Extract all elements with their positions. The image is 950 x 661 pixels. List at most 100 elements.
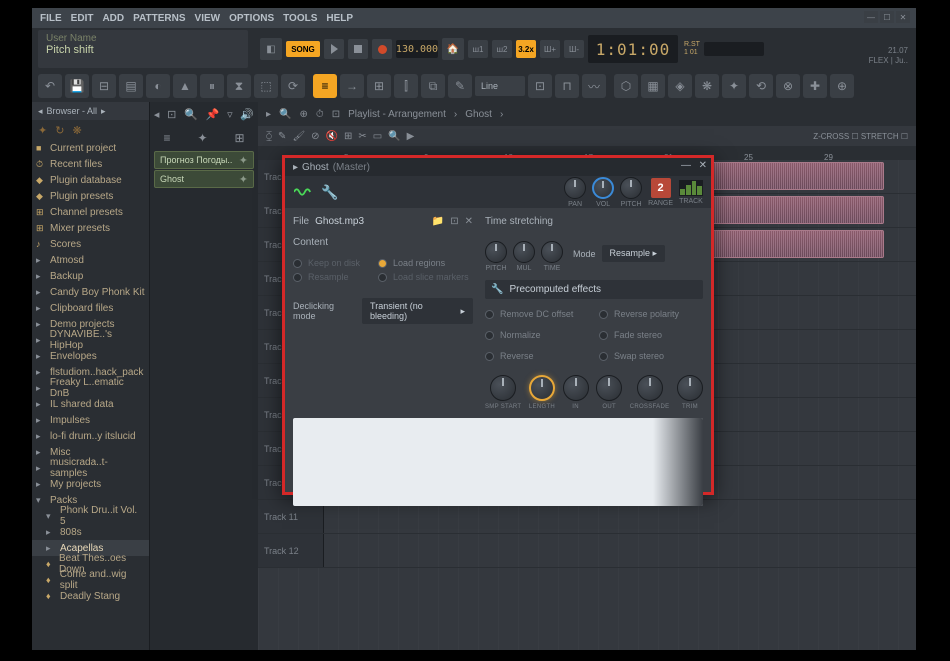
pl-zoom-icon[interactable]: 🔍 — [388, 131, 400, 142]
browser-header[interactable]: ◂Browser - All▸ — [32, 102, 149, 120]
stop-button[interactable] — [348, 39, 368, 59]
tool-b[interactable]: ⊓ — [555, 74, 579, 98]
browser-item[interactable]: ♪Scores — [32, 236, 149, 252]
tool-undo[interactable]: ↶ — [38, 74, 62, 98]
pattern-item[interactable]: Ghost✦ — [154, 170, 254, 188]
picker-audio-icon[interactable]: 🔊 — [240, 108, 254, 121]
draw-mode[interactable]: ✎ — [448, 74, 472, 98]
track-header[interactable]: Track 12 — [258, 534, 324, 567]
pattern-song-toggle[interactable]: ◧ — [260, 38, 282, 60]
time-display[interactable]: 1:01:00 — [588, 35, 678, 63]
tool-metro[interactable]: ▲ — [173, 74, 197, 98]
tool-blend[interactable]: ⬚ — [254, 74, 278, 98]
opt-keep-on-disk[interactable]: Keep on disk — [293, 258, 360, 268]
folder-icon[interactable]: 📁 — [432, 216, 444, 227]
menu-tools[interactable]: TOOLS — [279, 13, 321, 24]
play-button[interactable] — [324, 39, 344, 59]
browser-refresh-icon[interactable]: ↻ — [55, 124, 64, 137]
pl-magnet-icon[interactable]: ⧲ — [266, 131, 272, 142]
fx-wrench-icon[interactable]: 🔧 — [491, 284, 503, 295]
pan-knob[interactable]: PAN — [564, 177, 586, 208]
picker-back-icon[interactable]: ◂ — [154, 108, 160, 121]
tool-g[interactable]: ❋ — [695, 74, 719, 98]
tool-onekey[interactable]: ◐ — [146, 74, 170, 98]
breadcrumb-playlist[interactable]: Playlist - Arrangement — [348, 109, 446, 120]
menu-options[interactable]: OPTIONS — [225, 13, 278, 24]
tool-d[interactable]: ⬡ — [614, 74, 638, 98]
pl-del-icon[interactable]: ⊘ — [311, 131, 319, 142]
opt-resample[interactable]: Resample — [293, 272, 360, 282]
browser-collapse-icon[interactable]: ✦ — [38, 124, 47, 137]
file-name[interactable]: Ghost.mp3 — [315, 216, 364, 227]
browser-item[interactable]: ◆Plugin database — [32, 172, 149, 188]
waveform-icon[interactable] — [293, 182, 313, 202]
browser-item[interactable]: ▸Atmosd — [32, 252, 149, 268]
pl-paint-icon[interactable]: 🖌 — [292, 131, 305, 142]
song-mode-button[interactable]: SONG — [286, 41, 320, 57]
knob-smp-start[interactable]: SMP START — [485, 375, 521, 410]
playlist-lock-icon[interactable]: ⊡ — [332, 109, 340, 120]
browser-find-icon[interactable]: ❋ — [72, 124, 81, 137]
tool-count[interactable]: ⧗ — [227, 74, 251, 98]
view-browser[interactable]: ⧉ — [421, 74, 445, 98]
tool-f[interactable]: ◈ — [668, 74, 692, 98]
picker-filter-icon[interactable]: ▿ — [227, 108, 233, 121]
tempo-display[interactable]: 130.000 — [396, 40, 438, 58]
knob-trim[interactable]: TRIM — [677, 375, 703, 410]
menu-help[interactable]: HELP — [322, 13, 357, 24]
menu-file[interactable]: FILE — [36, 13, 66, 24]
pl-mute-icon[interactable]: 🔇 — [326, 131, 338, 142]
mode-selector[interactable]: Resample ▸ — [602, 245, 666, 262]
pl-slip-icon[interactable]: ⊞ — [344, 131, 352, 142]
pat-tool-2[interactable]: ✦ — [197, 131, 207, 145]
picker-pin-icon[interactable]: 📌 — [206, 108, 220, 121]
pitch-knob[interactable]: PITCH — [620, 177, 642, 208]
tool-wait[interactable]: ⏸ — [200, 74, 224, 98]
pat-tool-3[interactable]: ⊞ — [234, 131, 244, 145]
pattern-btn-4[interactable]: Ш+ — [540, 40, 560, 58]
playlist-settings-icon[interactable]: ⊕ — [299, 109, 307, 120]
view-mixer[interactable]: ⫿ — [394, 74, 418, 98]
browser-item[interactable]: ⊞Channel presets — [32, 204, 149, 220]
pattern-item[interactable]: Прогноз Погоды..✦ — [154, 151, 254, 169]
browse-icon[interactable]: ⊡ — [450, 216, 458, 227]
pl-play-icon[interactable]: ▶ — [407, 131, 415, 142]
tool-k[interactable]: ✚ — [803, 74, 827, 98]
clear-file-icon[interactable]: ✕ — [465, 216, 473, 227]
minimize-button[interactable]: — — [864, 11, 878, 23]
browser-item[interactable]: ▸musicrada..t-samples — [32, 460, 149, 476]
ts-pitch-knob[interactable]: PITCH — [485, 241, 507, 272]
tool-render[interactable]: ⊟ — [92, 74, 116, 98]
browser-list[interactable]: ■Current project⏱Recent files◆Plugin dat… — [32, 140, 149, 650]
opt-load-slice[interactable]: Load slice markers — [378, 272, 469, 282]
picker-menu-icon[interactable]: ⊡ — [167, 108, 176, 121]
tool-j[interactable]: ⊗ — [776, 74, 800, 98]
knob-out[interactable]: OUT — [596, 375, 622, 410]
pattern-btn-5[interactable]: Ш- — [564, 40, 584, 58]
ts-mul-knob[interactable]: MUL — [513, 241, 535, 272]
view-piano[interactable]: → — [340, 74, 364, 98]
tool-i[interactable]: ⟲ — [749, 74, 773, 98]
channel-title-bar[interactable]: ▸ Ghost (Master) — ✕ — [285, 158, 711, 176]
wrench-icon[interactable]: 🔧 — [321, 184, 338, 201]
browser-item[interactable]: ⊞Mixer presets — [32, 220, 149, 236]
sample-waveform[interactable] — [293, 418, 703, 506]
record-button[interactable] — [372, 39, 392, 59]
pl-draw-icon[interactable]: ✎ — [278, 131, 286, 142]
fx-option[interactable]: Normalize — [485, 330, 589, 340]
vol-knob[interactable]: VOL — [592, 177, 614, 208]
knob-in[interactable]: IN — [563, 375, 589, 410]
menu-edit[interactable]: EDIT — [67, 13, 98, 24]
snap-selector[interactable]: Line — [475, 76, 525, 96]
track-selector[interactable]: TRACK — [679, 180, 703, 205]
browser-item[interactable]: ▸DYNAVIBE..'s HipHop — [32, 332, 149, 348]
browser-item[interactable]: ▸Impulses — [32, 412, 149, 428]
metronome-button[interactable]: 🏠 — [442, 38, 464, 60]
pl-slice-icon[interactable]: ✂ — [358, 131, 366, 142]
tool-loop[interactable]: ⟳ — [281, 74, 305, 98]
tool-l[interactable]: ⊕ — [830, 74, 854, 98]
fx-option[interactable]: Swap stereo — [599, 351, 703, 361]
browser-item[interactable]: ⏱Recent files — [32, 156, 149, 172]
range-selector[interactable]: 2RANGE — [648, 178, 673, 207]
browser-item[interactable]: ◆Plugin presets — [32, 188, 149, 204]
